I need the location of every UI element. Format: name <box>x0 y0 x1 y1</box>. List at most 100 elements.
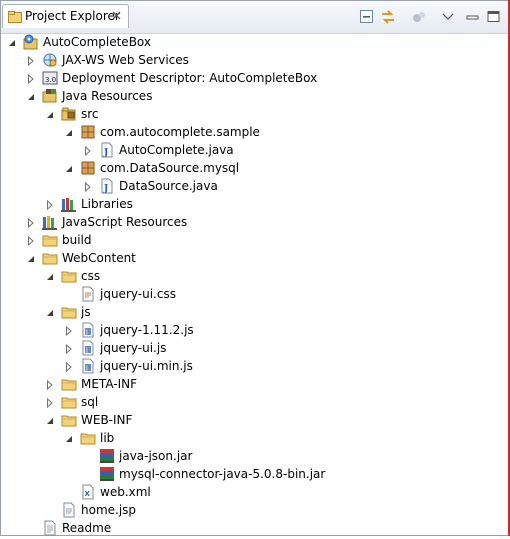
tree-item[interactable]: J DataSource.java <box>81 177 509 195</box>
tree-item-label: home.jsp <box>81 503 137 517</box>
java-file-icon: J <box>99 142 115 158</box>
tree-item[interactable]: JavaScript Resources <box>24 213 509 231</box>
tree-item[interactable]: sql <box>43 393 509 411</box>
svg-text:J: J <box>85 347 88 354</box>
expanded-arrow-icon[interactable] <box>45 109 55 119</box>
tree-item[interactable]: jquery-ui.css <box>62 285 509 303</box>
expanded-arrow-icon[interactable] <box>45 415 55 425</box>
tree-item[interactable]: mysql-connector-java-5.0.8-bin.jar <box>81 465 509 483</box>
tree-item[interactable]: build <box>24 231 509 249</box>
tree-item[interactable]: Jjquery-1.11.2.js <box>62 321 509 339</box>
tree-item-label: sql <box>81 395 99 409</box>
tree-item[interactable]: com.DataSource.mysql <box>62 159 509 177</box>
text-file-icon <box>42 520 58 536</box>
svg-text:J: J <box>85 329 88 336</box>
collapse-all-icon[interactable] <box>358 8 376 26</box>
tree-item-label: Deployment Descriptor: AutoCompleteBox <box>62 71 318 85</box>
expanded-arrow-icon[interactable] <box>45 271 55 281</box>
tree-item[interactable]: home.jsp <box>43 501 509 519</box>
tree-item-label: mysql-connector-java-5.0.8-bin.jar <box>119 467 326 481</box>
minimize-icon[interactable] <box>464 8 482 26</box>
tree-item-label: WebContent <box>62 251 136 265</box>
tree-item[interactable]: src <box>43 105 509 123</box>
tree-item[interactable]: 3.0 Deployment Descriptor: AutoCompleteBo… <box>24 69 509 87</box>
folder-icon <box>61 394 77 410</box>
expanded-arrow-icon[interactable] <box>26 253 36 263</box>
folder-icon <box>61 412 77 428</box>
svg-text:X: X <box>85 490 91 498</box>
tree-item[interactable]: Jjquery-ui.min.js <box>62 357 509 375</box>
tree-item[interactable]: JAX-WS Web Services <box>24 51 509 69</box>
tree-item-label: AutoCompleteBox <box>43 35 151 49</box>
tree-item[interactable]: com.autocomplete.sample <box>62 123 509 141</box>
tree-item-label: Libraries <box>81 197 133 211</box>
project-icon <box>23 34 39 50</box>
js-file-icon: J <box>80 358 96 374</box>
expanded-arrow-icon[interactable] <box>45 307 55 317</box>
expanded-arrow-icon[interactable] <box>7 37 17 47</box>
tree-item-label: DataSource.java <box>119 179 218 193</box>
collapsed-arrow-icon[interactable] <box>64 325 74 337</box>
svg-text:J: J <box>103 148 108 158</box>
tab-project-explorer[interactable]: Project Explorer <box>2 4 129 28</box>
tree-item-label: com.DataSource.mysql <box>100 161 240 175</box>
folder-icon <box>42 250 58 266</box>
expanded-arrow-icon[interactable] <box>64 163 74 173</box>
tree-item[interactable]: J AutoComplete.java <box>81 141 509 159</box>
tree-item[interactable]: Xweb.xml <box>62 483 509 501</box>
java-file-icon: J <box>99 178 115 194</box>
js-file-icon: J <box>80 322 96 338</box>
source-folder-icon <box>61 106 77 122</box>
js-file-icon: J <box>80 340 96 356</box>
tree-item-label: Java Resources <box>62 89 153 103</box>
folder-icon <box>61 268 77 284</box>
tree-item-label: src <box>81 107 99 121</box>
tree-item[interactable]: Libraries <box>43 195 509 213</box>
folder-icon <box>61 304 77 320</box>
link-with-editor-icon[interactable] <box>379 8 397 26</box>
folder-icon <box>80 430 96 446</box>
collapsed-arrow-icon[interactable] <box>64 361 74 373</box>
tree-item[interactable]: Readme <box>24 519 509 537</box>
expanded-arrow-icon[interactable] <box>64 433 74 443</box>
expanded-arrow-icon[interactable] <box>64 127 74 137</box>
collapsed-arrow-icon[interactable] <box>83 145 93 157</box>
tree-item[interactable]: WEB-INF <box>43 411 509 429</box>
folder-icon <box>61 376 77 392</box>
tree-item[interactable]: WebContent <box>24 249 509 267</box>
maximize-icon[interactable] <box>485 8 503 26</box>
tree-item[interactable]: Jjquery-ui.js <box>62 339 509 357</box>
collapsed-arrow-icon[interactable] <box>64 343 74 355</box>
tree-item-label: jquery-ui.min.js <box>100 359 193 373</box>
tree-item-label: java-json.jar <box>119 449 193 463</box>
tree-item[interactable]: AutoCompleteBox <box>5 33 509 51</box>
collapsed-arrow-icon[interactable] <box>26 235 36 247</box>
tree-item-label: AutoComplete.java <box>119 143 234 157</box>
collapsed-arrow-icon[interactable] <box>45 397 55 409</box>
tree-item[interactable]: Java Resources <box>24 87 509 105</box>
tree-item[interactable]: css <box>43 267 509 285</box>
jar-icon <box>99 466 115 482</box>
collapsed-arrow-icon[interactable] <box>26 217 36 229</box>
view-menu-icon[interactable] <box>439 8 457 26</box>
filters-icon[interactable] <box>410 8 428 26</box>
close-icon[interactable] <box>111 7 125 23</box>
tree-item-label: WEB-INF <box>81 413 133 427</box>
tree-item-label: Readme <box>62 521 112 535</box>
tree-item[interactable]: js <box>43 303 509 321</box>
expanded-arrow-icon[interactable] <box>26 91 36 101</box>
xml-file-icon: X <box>80 484 96 500</box>
tree-item-label: web.xml <box>100 485 151 499</box>
svg-text:J: J <box>85 365 88 372</box>
collapsed-arrow-icon[interactable] <box>45 199 55 211</box>
deployment-descriptor-icon: 3.0 <box>42 70 58 86</box>
collapsed-arrow-icon[interactable] <box>26 73 36 85</box>
collapsed-arrow-icon[interactable] <box>26 55 36 67</box>
javascript-resources-icon <box>42 214 58 230</box>
collapsed-arrow-icon[interactable] <box>83 181 93 193</box>
folder-icon <box>42 232 58 248</box>
tree-item[interactable]: java-json.jar <box>81 447 509 465</box>
tree-item[interactable]: META-INF <box>43 375 509 393</box>
collapsed-arrow-icon[interactable] <box>45 379 55 391</box>
tree-item[interactable]: lib <box>62 429 509 447</box>
